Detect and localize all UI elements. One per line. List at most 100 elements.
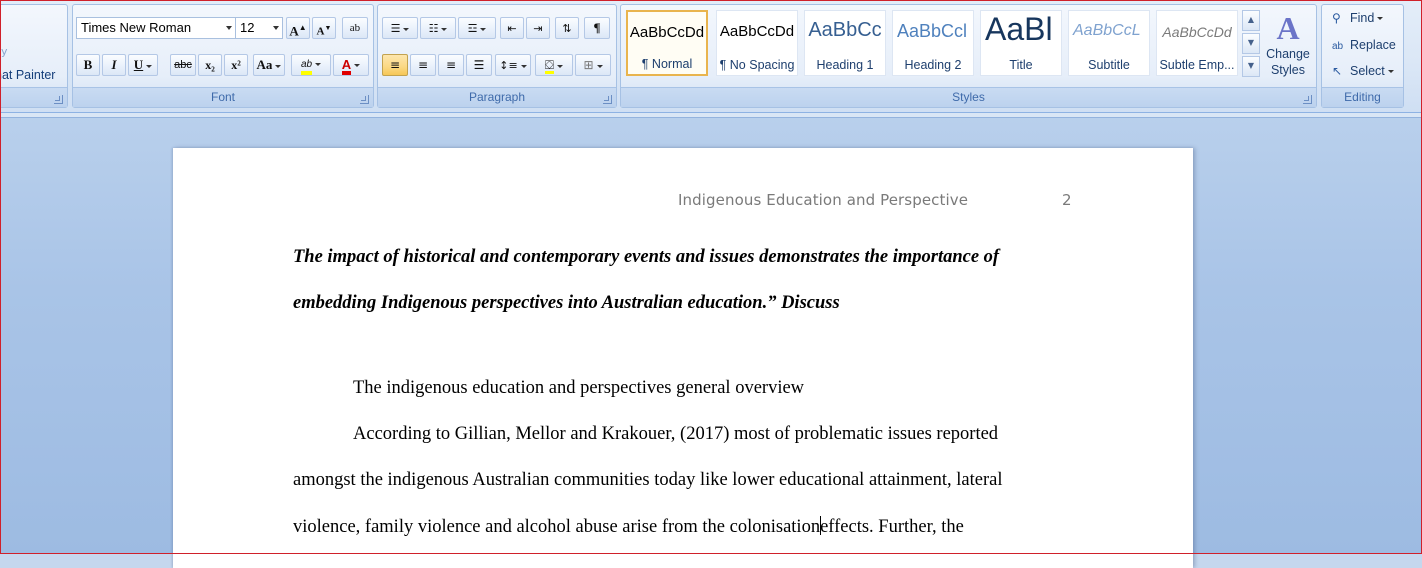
line-spacing-button[interactable]: ↕≡: [495, 54, 531, 76]
replace-button[interactable]: ab Replace: [1332, 38, 1396, 52]
body-line-1: According to Gillian, Mellor and Krakoue…: [353, 424, 999, 444]
document-page[interactable]: Indigenous Education and Perspective 2 T…: [173, 148, 1193, 568]
font-color-dropdown-icon[interactable]: [354, 64, 361, 68]
essay-title-line-1: The impact of historical and contemporar…: [293, 247, 1000, 267]
increase-indent-button[interactable]: ⇥: [526, 17, 550, 39]
align-left-button[interactable]: ≡: [382, 54, 408, 76]
italic-icon: I: [111, 57, 117, 72]
grow-font-icon: A: [289, 23, 299, 39]
change-styles-icon: A: [1276, 10, 1300, 46]
decrease-indent-button[interactable]: ⇤: [500, 17, 524, 39]
line-spacing-icon: ↕≡: [499, 59, 518, 72]
body-line-3-before-cursor: violence, family violence and alcohol ab…: [293, 517, 821, 537]
paragraph-dialog-launcher[interactable]: [603, 95, 612, 104]
line-spacing-dropdown-icon[interactable]: [520, 64, 527, 68]
styles-group-label: Styles: [621, 87, 1316, 107]
shrink-font-button[interactable]: A▼: [312, 17, 336, 39]
highlight-dropdown-icon[interactable]: [315, 62, 322, 66]
find-button[interactable]: ⚲ Find: [1332, 11, 1384, 25]
change-case-icon: Aa: [256, 57, 273, 72]
clipboard-dialog-launcher[interactable]: [54, 95, 63, 104]
bullets-icon: ☰: [390, 22, 401, 35]
style-name: Title: [1009, 58, 1033, 72]
grow-font-button[interactable]: A▲: [286, 17, 310, 39]
sort-icon: ⇅: [562, 22, 572, 35]
page-header-title: Indigenous Education and Perspective: [678, 191, 969, 209]
borders-dropdown-icon[interactable]: [596, 64, 603, 68]
underline-button[interactable]: U: [128, 54, 158, 76]
document-area[interactable]: Indigenous Education and Perspective 2 T…: [0, 113, 1422, 568]
numbering-dropdown-icon[interactable]: [441, 27, 448, 31]
italic-button[interactable]: I: [102, 54, 126, 76]
justify-button[interactable]: ☰: [466, 54, 492, 76]
font-group-label: Font: [73, 87, 373, 107]
style-subtitle[interactable]: AaBbCcL Subtitle: [1068, 10, 1150, 76]
change-case-button[interactable]: Aa: [253, 54, 285, 76]
change-case-dropdown-icon[interactable]: [275, 64, 282, 68]
style-no-spacing[interactable]: AaBbCcDd ¶ No Spacing: [716, 10, 798, 76]
cursor-icon: ↖: [1332, 64, 1343, 78]
font-size-dropdown-icon[interactable]: [273, 26, 279, 30]
shrink-font-icon: A: [316, 25, 325, 38]
gallery-more-icon[interactable]: ▼: [1242, 56, 1260, 77]
align-center-icon: ≡: [417, 58, 429, 72]
gallery-up-icon[interactable]: ▲: [1242, 10, 1260, 31]
change-styles-button[interactable]: A Change Styles: [1262, 12, 1314, 78]
bold-button[interactable]: B: [76, 54, 100, 76]
align-right-button[interactable]: ≡: [438, 54, 464, 76]
style-normal[interactable]: AaBbCcDd ¶ Normal: [626, 10, 708, 76]
ruler-strip: [0, 113, 1422, 118]
pilcrow-icon: ¶: [593, 20, 601, 35]
font-group: Times New Roman 12 A▲ A▼ ab B I U abc x₂…: [72, 4, 374, 108]
font-size-box[interactable]: 12: [235, 17, 283, 39]
bullets-dropdown-icon[interactable]: [403, 27, 410, 31]
highlight-button[interactable]: ab: [291, 54, 331, 76]
style-subtle-emphasis[interactable]: AaBbCcDd Subtle Emp...: [1156, 10, 1238, 76]
underline-icon: U: [133, 57, 144, 72]
body-line-3: violence, family violence and alcohol ab…: [293, 516, 964, 538]
clear-formatting-button[interactable]: ab: [342, 17, 368, 39]
sort-button[interactable]: ⇅: [555, 17, 579, 39]
align-right-icon: ≡: [445, 58, 457, 72]
styles-dialog-launcher[interactable]: [1303, 95, 1312, 104]
replace-label: Replace: [1350, 38, 1396, 52]
select-button[interactable]: ↖ Select: [1332, 64, 1394, 78]
body-line-2: amongst the indigenous Australian commun…: [293, 470, 1003, 490]
align-left-icon: ≡: [389, 58, 401, 72]
select-dropdown-icon[interactable]: [1387, 70, 1394, 74]
style-heading-1[interactable]: AaBbCc Heading 1: [804, 10, 886, 76]
paragraph-group-label: Paragraph: [378, 87, 616, 107]
clear-formatting-icon: ab: [349, 22, 361, 34]
font-size-value: 12: [240, 20, 255, 35]
style-heading-2[interactable]: AaBbCcl Heading 2: [892, 10, 974, 76]
style-title[interactable]: AaBl Title: [980, 10, 1062, 76]
multilevel-list-button[interactable]: ☲: [458, 17, 496, 39]
style-name: Heading 2: [904, 58, 962, 72]
bullets-button[interactable]: ☰: [382, 17, 418, 39]
font-name-value: Times New Roman: [81, 20, 192, 35]
superscript-button[interactable]: x²: [224, 54, 248, 76]
change-styles-label: Change Styles: [1266, 47, 1310, 77]
style-sample: AaBl: [985, 11, 1053, 47]
gallery-down-icon[interactable]: ▼: [1242, 33, 1260, 54]
style-name: ¶ Normal: [641, 57, 693, 71]
format-painter-button[interactable]: nat Painter: [0, 68, 55, 82]
strikethrough-button[interactable]: abc: [170, 54, 196, 76]
subscript-button[interactable]: x₂: [198, 54, 222, 76]
font-name-dropdown-icon[interactable]: [226, 26, 232, 30]
shading-dropdown-icon[interactable]: [557, 64, 564, 68]
font-name-box[interactable]: Times New Roman: [76, 17, 236, 39]
copy-icon[interactable]: y: [1, 45, 8, 58]
multilevel-dropdown-icon[interactable]: [480, 27, 487, 31]
borders-button[interactable]: ⊞: [575, 54, 611, 76]
underline-dropdown-icon[interactable]: [146, 64, 153, 68]
font-dialog-launcher[interactable]: [360, 95, 369, 104]
align-center-button[interactable]: ≡: [410, 54, 436, 76]
font-color-button[interactable]: A: [333, 54, 369, 76]
style-sample: AaBbCcDd: [719, 23, 795, 40]
find-dropdown-icon[interactable]: [1377, 17, 1384, 21]
styles-gallery-scroll: ▲ ▼ ▼: [1242, 10, 1260, 78]
numbering-button[interactable]: ☷: [420, 17, 456, 39]
show-formatting-marks-button[interactable]: ¶: [584, 17, 610, 39]
shading-button[interactable]: ⛋: [535, 54, 573, 76]
